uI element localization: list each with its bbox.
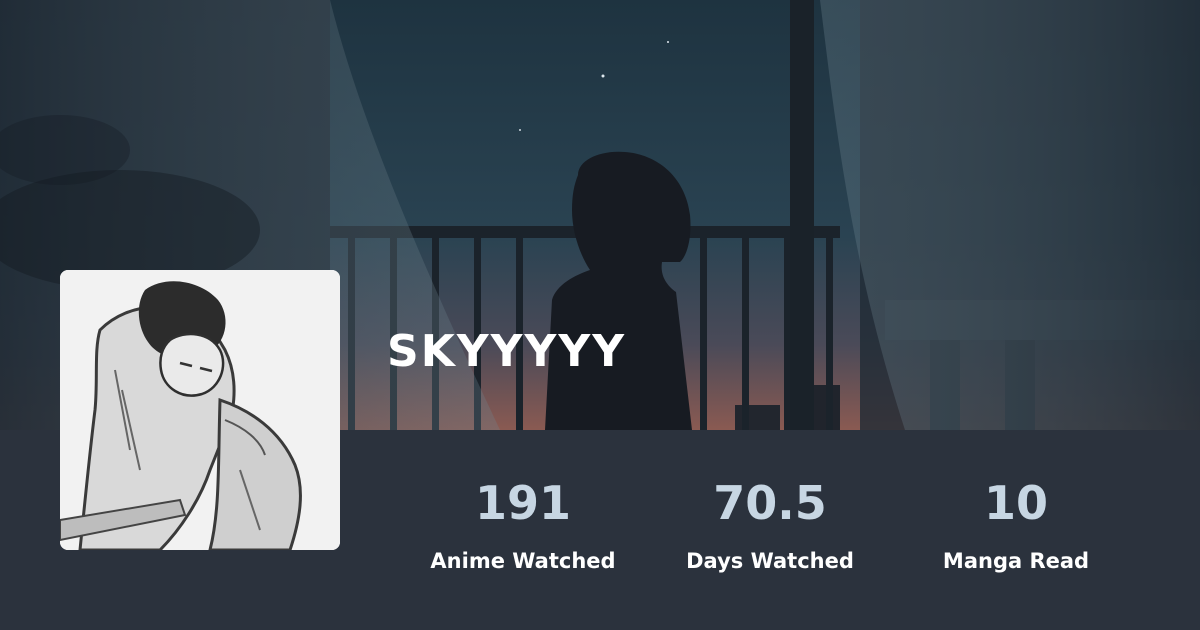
stat-value: 191 [474, 476, 572, 530]
stat-days-watched: 70.5 Days Watched [660, 470, 880, 574]
stat-manga-read: 10 Manga Read [906, 470, 1126, 574]
avatar [60, 270, 340, 550]
username: SKYYYYY [387, 326, 627, 377]
stat-label: Manga Read [942, 549, 1090, 573]
stat-label: Anime Watched [430, 549, 616, 573]
stat-value: 70.5 [713, 476, 827, 530]
stat-label: Days Watched [686, 549, 854, 573]
stat-value: 10 [983, 476, 1048, 530]
stat-anime-watched: 191 Anime Watched [413, 470, 633, 574]
profile-share-card: SKYYYYY 191 Anime Watched 70.5 Days Watc… [0, 0, 1200, 630]
